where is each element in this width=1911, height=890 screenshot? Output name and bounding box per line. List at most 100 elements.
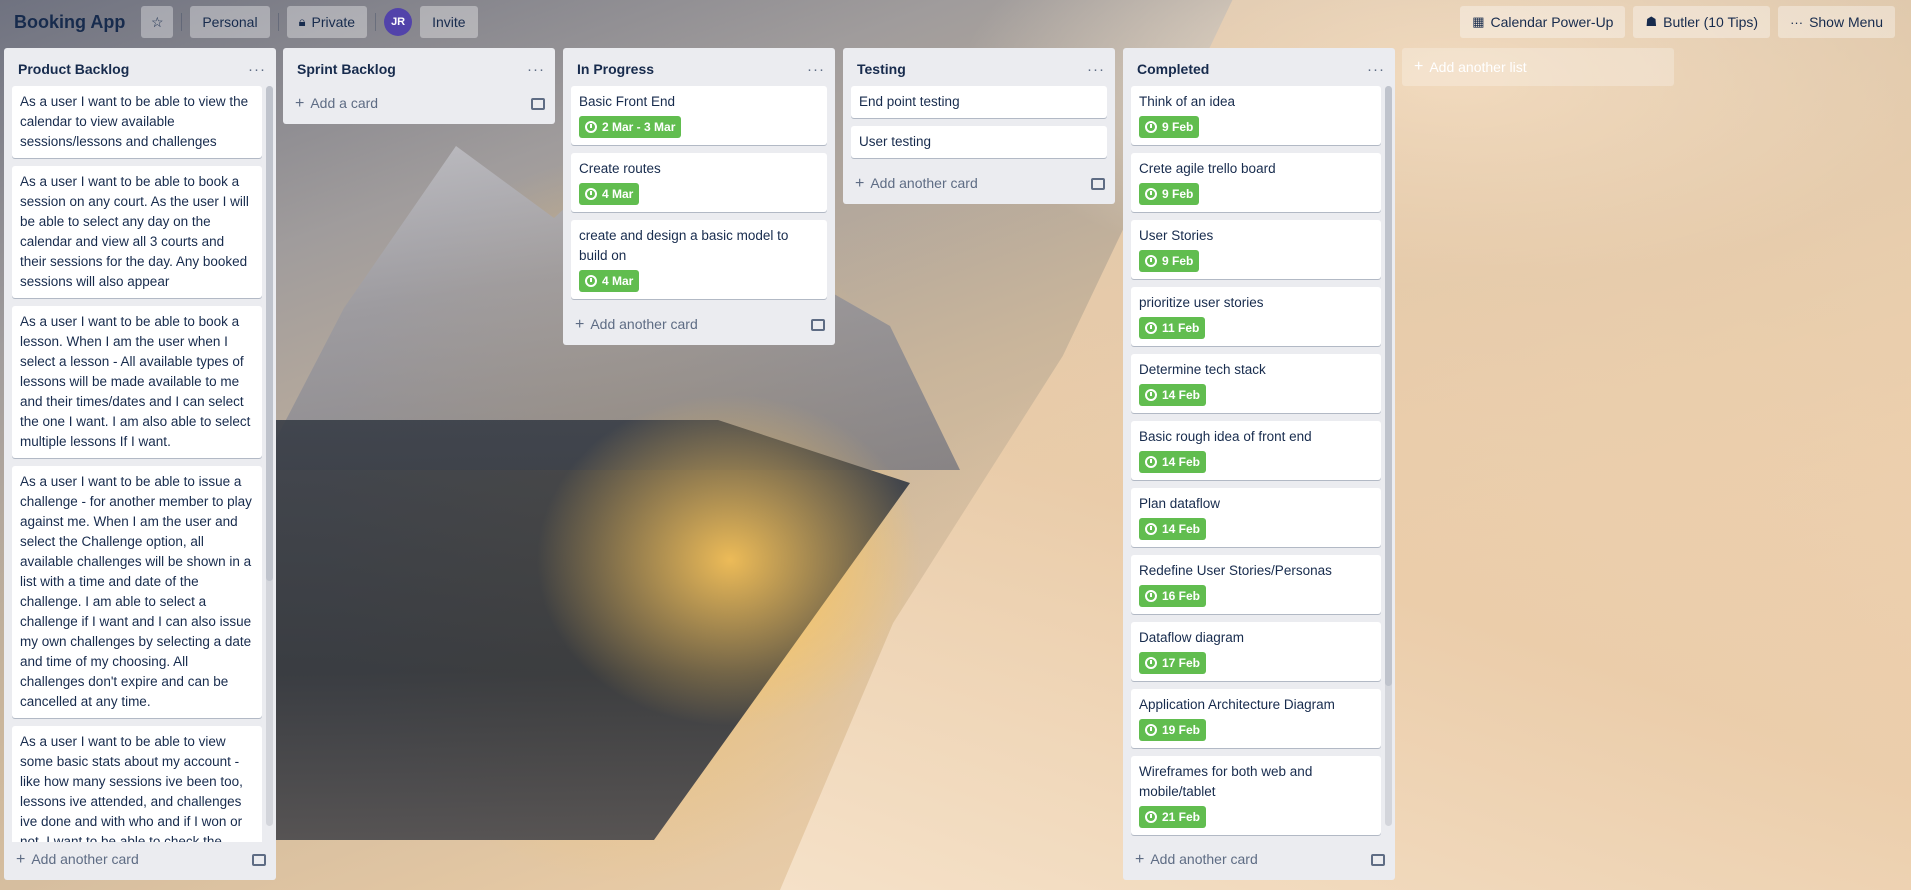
list-title[interactable]: Completed [1137,61,1209,77]
list-menu-icon[interactable]: ··· [248,61,266,78]
add-card-button[interactable]: + Add another card [1123,842,1395,880]
clock-icon [1145,389,1157,401]
card-title: As a user I want to be able to book a se… [20,174,249,289]
card[interactable]: User Stories 9 Feb [1131,220,1381,279]
due-date-badge[interactable]: 17 Feb [1139,652,1207,674]
divider [277,13,279,31]
card[interactable]: User testing [851,126,1107,158]
due-date-badge[interactable]: 9 Feb [1139,116,1200,138]
visibility-button[interactable]: 🔒︎ Private [286,6,368,38]
list-product-backlog: Product Backlog ··· As a user I want to be… [4,48,276,880]
list-title[interactable]: In Progress [577,61,654,77]
card-template-icon[interactable] [531,98,545,110]
star-icon: ☆ [151,13,164,30]
list-scrollbar[interactable] [266,86,273,826]
list-title[interactable]: Sprint Backlog [297,61,396,77]
list-in-progress: In Progress ··· Basic Front End 2 Mar - 3 M… [563,48,835,345]
add-card-button[interactable]: + Add another card [4,842,276,880]
card[interactable]: Create routes 4 Mar [571,153,827,212]
due-date-label: 4 Mar [602,187,634,201]
due-date-badge[interactable]: 19 Feb [1139,719,1207,741]
card[interactable]: Determine tech stack 14 Feb [1131,354,1381,413]
card-template-icon[interactable] [1091,178,1105,190]
list-menu-icon[interactable]: ··· [1087,61,1105,78]
card[interactable]: As a user I want to be able to book a se… [12,166,262,298]
show-menu-button[interactable]: ··· Show Menu [1778,6,1895,38]
due-date-badge[interactable]: 4 Mar [579,183,640,205]
list-menu-icon[interactable]: ··· [527,61,545,78]
card-title: Crete agile trello board [1139,161,1276,176]
card[interactable]: As a user I want to be able to view the … [12,86,262,158]
list-menu-icon[interactable]: ··· [807,61,825,78]
list-scrollbar[interactable] [1385,86,1392,826]
card[interactable]: Crete agile trello board 9 Feb [1131,153,1381,212]
list-header: Testing ··· [843,48,1115,86]
card[interactable]: As a user I want to be able to book a le… [12,306,262,458]
list-title[interactable]: Testing [857,61,906,77]
list-menu-icon[interactable]: ··· [1367,61,1385,78]
list-title[interactable]: Product Backlog [18,61,129,77]
lock-icon: 🔒︎ [298,14,306,29]
board-title[interactable]: Booking App [8,8,131,37]
card-template-icon[interactable] [811,319,825,331]
card[interactable]: Basic Front End 2 Mar - 3 Mar [571,86,827,145]
avatar[interactable]: JR [384,8,413,36]
scrollbar-thumb[interactable] [1385,86,1392,686]
plus-icon: + [855,175,865,192]
card-title: End point testing [859,94,960,109]
board-header: Booking App ☆ Personal 🔒︎ Private JR Inv… [0,0,1911,44]
due-date-badge[interactable]: 11 Feb [1139,317,1206,339]
card-title: Basic rough idea of front end [1139,429,1312,444]
card-template-icon[interactable] [252,854,266,866]
add-card-label: Add another card [31,851,139,867]
due-date-badge[interactable]: 2 Mar - 3 Mar [579,116,682,138]
due-date-badge[interactable]: 16 Feb [1139,585,1207,607]
add-card-button[interactable]: + Add another card [563,307,835,345]
due-date-label: 14 Feb [1162,522,1201,536]
plus-icon: + [16,851,26,868]
card[interactable]: create and design a basic model to build… [571,220,827,299]
add-card-control: + Add another card [1135,851,1258,869]
card[interactable]: Application Architecture Diagram 19 Feb [1131,689,1381,748]
add-card-button[interactable]: + Add a card [283,86,555,124]
card[interactable]: prioritize user stories 11 Feb [1131,287,1381,346]
card-template-icon[interactable] [1371,854,1385,866]
scrollbar-thumb[interactable] [266,86,273,581]
card[interactable]: Wireframes for both web and mobile/table… [1131,756,1381,835]
card[interactable]: End point testing [851,86,1107,118]
due-date-badge[interactable]: 21 Feb [1139,806,1207,828]
card[interactable]: Dataflow diagram 17 Feb [1131,622,1381,681]
visibility-label: Private [311,14,356,30]
card[interactable]: Think of an idea 9 Feb [1131,86,1381,145]
due-date-label: 9 Feb [1162,254,1194,268]
calendar-powerup-button[interactable]: ▦ Calendar Power-Up [1460,6,1626,38]
add-card-control: + Add another card [855,175,978,193]
card[interactable]: Redefine User Stories/Personas 16 Feb [1131,555,1381,614]
show-menu-label: Show Menu [1809,14,1883,30]
add-card-control: + Add another card [575,316,698,334]
clock-icon [1145,523,1157,535]
star-button[interactable]: ☆ [141,6,174,38]
card[interactable]: Plan dataflow 14 Feb [1131,488,1381,547]
butler-icon: ☗ [1645,14,1658,29]
clock-icon [1145,590,1157,602]
due-date-badge[interactable]: 4 Mar [579,270,640,292]
card[interactable]: As a user I want to be able to view some… [12,726,262,842]
card[interactable]: As a user I want to be able to issue a c… [12,466,262,718]
butler-button[interactable]: ☗ Butler (10 Tips) [1633,6,1771,38]
card-title: Basic Front End [579,94,676,109]
due-date-badge[interactable]: 9 Feb [1139,250,1200,272]
list-header: Sprint Backlog ··· [283,48,555,86]
invite-button[interactable]: Invite [420,6,478,38]
due-date-badge[interactable]: 14 Feb [1139,518,1207,540]
add-card-control: + Add a card [295,95,378,113]
add-card-button[interactable]: + Add another card [843,166,1115,204]
due-date-badge[interactable]: 14 Feb [1139,384,1207,406]
due-date-badge[interactable]: 14 Feb [1139,451,1207,473]
card[interactable]: Basic rough idea of front end 14 Feb [1131,421,1381,480]
butler-label: Butler (10 Tips) [1663,14,1759,30]
workspace-button[interactable]: Personal [190,6,270,38]
add-list-button[interactable]: + Add another list [1402,48,1674,86]
due-date-badge[interactable]: 9 Feb [1139,183,1200,205]
card-title: Wireframes for both web and mobile/table… [1139,764,1313,799]
